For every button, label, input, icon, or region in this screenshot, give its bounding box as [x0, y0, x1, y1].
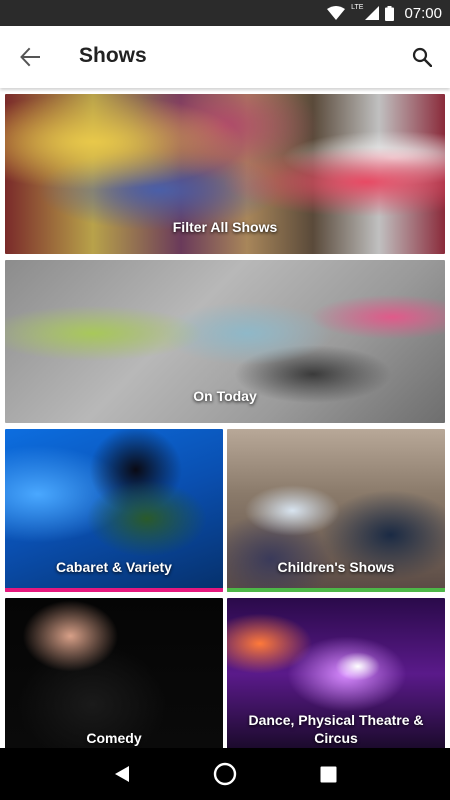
nav-home-button[interactable] [205, 754, 245, 794]
search-button[interactable] [406, 41, 438, 73]
tile-filter-all-shows[interactable]: Filter All Shows [5, 94, 445, 254]
tile-label: On Today [193, 388, 257, 404]
tile-cabaret-variety[interactable]: Cabaret & Variety [5, 429, 223, 592]
signal-icon [365, 6, 380, 20]
nav-back-button[interactable] [102, 754, 142, 794]
tile-label: Filter All Shows [172, 219, 278, 235]
square-recents-icon [320, 766, 337, 782]
tile-label: Comedy [86, 730, 142, 746]
network-type-label: LTE [351, 3, 364, 11]
battery-icon [385, 5, 395, 21]
tile-label: Children's Shows [277, 559, 395, 575]
circle-home-icon [213, 762, 237, 786]
status-bar: LTE 07:00 [0, 0, 450, 26]
status-icons: LTE 07:00 [327, 0, 442, 26]
triangle-back-icon [114, 766, 129, 782]
category-accent-bar [5, 588, 223, 592]
wifi-icon [327, 6, 346, 20]
tile-childrens-shows[interactable]: Children's Shows [227, 429, 445, 592]
shows-category-grid: Filter All Shows On Today Cabaret & Vari… [0, 88, 450, 748]
back-button[interactable] [14, 41, 46, 73]
search-icon [412, 47, 432, 67]
category-accent-bar [227, 588, 445, 592]
app-bar: Shows [0, 26, 450, 88]
tile-label: Dance, Physical Theatre & Circus [248, 712, 424, 746]
tile-dance-physical-theatre-circus[interactable]: Dance, Physical Theatre & Circus [227, 598, 445, 748]
page-title: Shows [79, 44, 147, 67]
tile-comedy[interactable]: Comedy [5, 598, 223, 748]
nav-recents-button[interactable] [308, 754, 348, 794]
tile-label: Cabaret & Variety [56, 559, 172, 575]
system-nav-bar [0, 748, 450, 800]
clock: 07:00 [404, 4, 442, 22]
tile-on-today[interactable]: On Today [5, 260, 445, 423]
arrow-back-icon [20, 47, 40, 67]
